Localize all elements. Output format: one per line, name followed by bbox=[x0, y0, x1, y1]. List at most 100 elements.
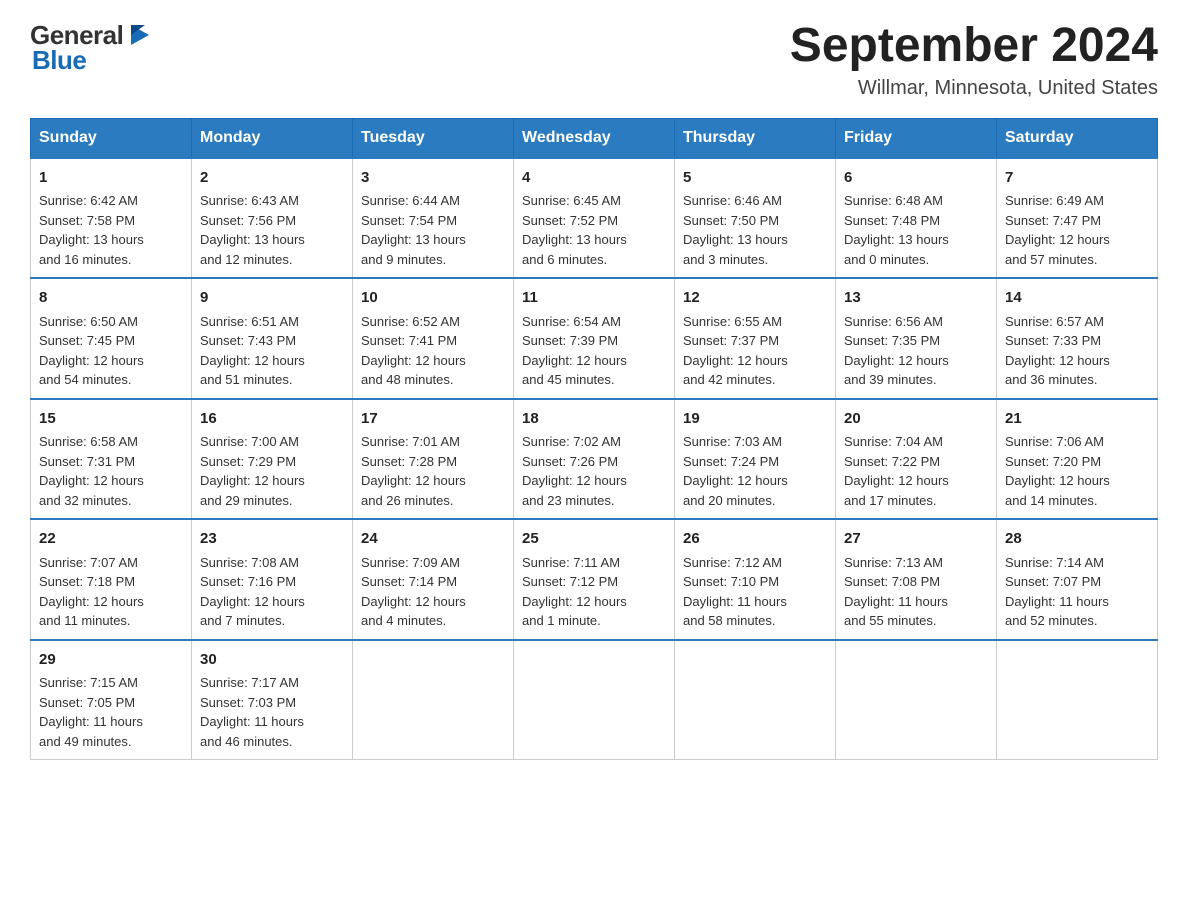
header-thursday: Thursday bbox=[675, 118, 836, 158]
day-number: 11 bbox=[522, 287, 666, 310]
calendar-cell: 7Sunrise: 6:49 AM Sunset: 7:47 PM Daylig… bbox=[997, 158, 1158, 279]
day-number: 29 bbox=[39, 649, 183, 672]
day-number: 18 bbox=[522, 408, 666, 431]
calendar-cell: 3Sunrise: 6:44 AM Sunset: 7:54 PM Daylig… bbox=[353, 158, 514, 279]
day-number: 15 bbox=[39, 408, 183, 431]
day-number: 25 bbox=[522, 528, 666, 551]
calendar-cell bbox=[514, 640, 675, 760]
calendar-cell: 25Sunrise: 7:11 AM Sunset: 7:12 PM Dayli… bbox=[514, 519, 675, 640]
calendar-cell: 23Sunrise: 7:08 AM Sunset: 7:16 PM Dayli… bbox=[192, 519, 353, 640]
day-number: 22 bbox=[39, 528, 183, 551]
month-year-title: September 2024 bbox=[790, 20, 1158, 73]
logo-blue-text: Blue bbox=[32, 45, 86, 76]
header-wednesday: Wednesday bbox=[514, 118, 675, 158]
calendar-cell: 13Sunrise: 6:56 AM Sunset: 7:35 PM Dayli… bbox=[836, 278, 997, 399]
page-header: General Blue September 2024 Willmar, Min… bbox=[30, 20, 1158, 100]
calendar-cell: 30Sunrise: 7:17 AM Sunset: 7:03 PM Dayli… bbox=[192, 640, 353, 760]
day-number: 17 bbox=[361, 408, 505, 431]
day-number: 2 bbox=[200, 167, 344, 190]
day-info: Sunrise: 6:55 AM Sunset: 7:37 PM Dayligh… bbox=[683, 312, 827, 390]
calendar-cell: 8Sunrise: 6:50 AM Sunset: 7:45 PM Daylig… bbox=[31, 278, 192, 399]
calendar-week-row: 1Sunrise: 6:42 AM Sunset: 7:58 PM Daylig… bbox=[31, 158, 1158, 279]
calendar-week-row: 22Sunrise: 7:07 AM Sunset: 7:18 PM Dayli… bbox=[31, 519, 1158, 640]
calendar-week-row: 29Sunrise: 7:15 AM Sunset: 7:05 PM Dayli… bbox=[31, 640, 1158, 760]
day-info: Sunrise: 6:58 AM Sunset: 7:31 PM Dayligh… bbox=[39, 432, 183, 510]
calendar-cell: 1Sunrise: 6:42 AM Sunset: 7:58 PM Daylig… bbox=[31, 158, 192, 279]
day-info: Sunrise: 6:56 AM Sunset: 7:35 PM Dayligh… bbox=[844, 312, 988, 390]
calendar-cell: 10Sunrise: 6:52 AM Sunset: 7:41 PM Dayli… bbox=[353, 278, 514, 399]
day-number: 13 bbox=[844, 287, 988, 310]
calendar-table: Sunday Monday Tuesday Wednesday Thursday… bbox=[30, 118, 1158, 761]
calendar-cell: 29Sunrise: 7:15 AM Sunset: 7:05 PM Dayli… bbox=[31, 640, 192, 760]
day-number: 20 bbox=[844, 408, 988, 431]
day-info: Sunrise: 7:09 AM Sunset: 7:14 PM Dayligh… bbox=[361, 553, 505, 631]
calendar-cell: 26Sunrise: 7:12 AM Sunset: 7:10 PM Dayli… bbox=[675, 519, 836, 640]
day-number: 7 bbox=[1005, 167, 1149, 190]
header-row: Sunday Monday Tuesday Wednesday Thursday… bbox=[31, 118, 1158, 158]
day-info: Sunrise: 6:48 AM Sunset: 7:48 PM Dayligh… bbox=[844, 191, 988, 269]
calendar-cell: 2Sunrise: 6:43 AM Sunset: 7:56 PM Daylig… bbox=[192, 158, 353, 279]
calendar-cell bbox=[997, 640, 1158, 760]
calendar-cell: 17Sunrise: 7:01 AM Sunset: 7:28 PM Dayli… bbox=[353, 399, 514, 520]
day-number: 28 bbox=[1005, 528, 1149, 551]
day-info: Sunrise: 6:54 AM Sunset: 7:39 PM Dayligh… bbox=[522, 312, 666, 390]
day-number: 19 bbox=[683, 408, 827, 431]
calendar-cell: 14Sunrise: 6:57 AM Sunset: 7:33 PM Dayli… bbox=[997, 278, 1158, 399]
calendar-cell: 16Sunrise: 7:00 AM Sunset: 7:29 PM Dayli… bbox=[192, 399, 353, 520]
day-info: Sunrise: 7:17 AM Sunset: 7:03 PM Dayligh… bbox=[200, 673, 344, 751]
calendar-cell: 18Sunrise: 7:02 AM Sunset: 7:26 PM Dayli… bbox=[514, 399, 675, 520]
calendar-cell: 21Sunrise: 7:06 AM Sunset: 7:20 PM Dayli… bbox=[997, 399, 1158, 520]
day-info: Sunrise: 6:46 AM Sunset: 7:50 PM Dayligh… bbox=[683, 191, 827, 269]
calendar-cell: 15Sunrise: 6:58 AM Sunset: 7:31 PM Dayli… bbox=[31, 399, 192, 520]
calendar-cell: 12Sunrise: 6:55 AM Sunset: 7:37 PM Dayli… bbox=[675, 278, 836, 399]
calendar-cell: 20Sunrise: 7:04 AM Sunset: 7:22 PM Dayli… bbox=[836, 399, 997, 520]
day-info: Sunrise: 7:14 AM Sunset: 7:07 PM Dayligh… bbox=[1005, 553, 1149, 631]
day-info: Sunrise: 6:50 AM Sunset: 7:45 PM Dayligh… bbox=[39, 312, 183, 390]
day-number: 24 bbox=[361, 528, 505, 551]
day-info: Sunrise: 6:45 AM Sunset: 7:52 PM Dayligh… bbox=[522, 191, 666, 269]
day-info: Sunrise: 7:01 AM Sunset: 7:28 PM Dayligh… bbox=[361, 432, 505, 510]
day-info: Sunrise: 7:04 AM Sunset: 7:22 PM Dayligh… bbox=[844, 432, 988, 510]
day-info: Sunrise: 6:43 AM Sunset: 7:56 PM Dayligh… bbox=[200, 191, 344, 269]
calendar-header: Sunday Monday Tuesday Wednesday Thursday… bbox=[31, 118, 1158, 158]
day-number: 1 bbox=[39, 167, 183, 190]
calendar-cell: 11Sunrise: 6:54 AM Sunset: 7:39 PM Dayli… bbox=[514, 278, 675, 399]
calendar-cell bbox=[675, 640, 836, 760]
day-number: 9 bbox=[200, 287, 344, 310]
calendar-cell bbox=[836, 640, 997, 760]
day-info: Sunrise: 7:00 AM Sunset: 7:29 PM Dayligh… bbox=[200, 432, 344, 510]
day-info: Sunrise: 7:13 AM Sunset: 7:08 PM Dayligh… bbox=[844, 553, 988, 631]
day-number: 26 bbox=[683, 528, 827, 551]
day-number: 8 bbox=[39, 287, 183, 310]
calendar-cell: 27Sunrise: 7:13 AM Sunset: 7:08 PM Dayli… bbox=[836, 519, 997, 640]
day-number: 3 bbox=[361, 167, 505, 190]
day-number: 12 bbox=[683, 287, 827, 310]
day-info: Sunrise: 7:03 AM Sunset: 7:24 PM Dayligh… bbox=[683, 432, 827, 510]
day-info: Sunrise: 7:07 AM Sunset: 7:18 PM Dayligh… bbox=[39, 553, 183, 631]
day-number: 16 bbox=[200, 408, 344, 431]
day-number: 23 bbox=[200, 528, 344, 551]
day-number: 30 bbox=[200, 649, 344, 672]
day-info: Sunrise: 7:02 AM Sunset: 7:26 PM Dayligh… bbox=[522, 432, 666, 510]
day-info: Sunrise: 7:08 AM Sunset: 7:16 PM Dayligh… bbox=[200, 553, 344, 631]
calendar-cell: 9Sunrise: 6:51 AM Sunset: 7:43 PM Daylig… bbox=[192, 278, 353, 399]
calendar-cell: 28Sunrise: 7:14 AM Sunset: 7:07 PM Dayli… bbox=[997, 519, 1158, 640]
header-saturday: Saturday bbox=[997, 118, 1158, 158]
day-info: Sunrise: 7:15 AM Sunset: 7:05 PM Dayligh… bbox=[39, 673, 183, 751]
day-info: Sunrise: 6:42 AM Sunset: 7:58 PM Dayligh… bbox=[39, 191, 183, 269]
calendar-cell: 5Sunrise: 6:46 AM Sunset: 7:50 PM Daylig… bbox=[675, 158, 836, 279]
calendar-cell bbox=[353, 640, 514, 760]
day-number: 4 bbox=[522, 167, 666, 190]
header-tuesday: Tuesday bbox=[353, 118, 514, 158]
day-info: Sunrise: 7:12 AM Sunset: 7:10 PM Dayligh… bbox=[683, 553, 827, 631]
day-number: 10 bbox=[361, 287, 505, 310]
day-number: 21 bbox=[1005, 408, 1149, 431]
calendar-body: 1Sunrise: 6:42 AM Sunset: 7:58 PM Daylig… bbox=[31, 158, 1158, 760]
logo-triangle-icon bbox=[125, 21, 153, 49]
day-info: Sunrise: 6:49 AM Sunset: 7:47 PM Dayligh… bbox=[1005, 191, 1149, 269]
day-info: Sunrise: 6:51 AM Sunset: 7:43 PM Dayligh… bbox=[200, 312, 344, 390]
location-subtitle: Willmar, Minnesota, United States bbox=[790, 77, 1158, 100]
day-number: 27 bbox=[844, 528, 988, 551]
header-sunday: Sunday bbox=[31, 118, 192, 158]
day-number: 6 bbox=[844, 167, 988, 190]
